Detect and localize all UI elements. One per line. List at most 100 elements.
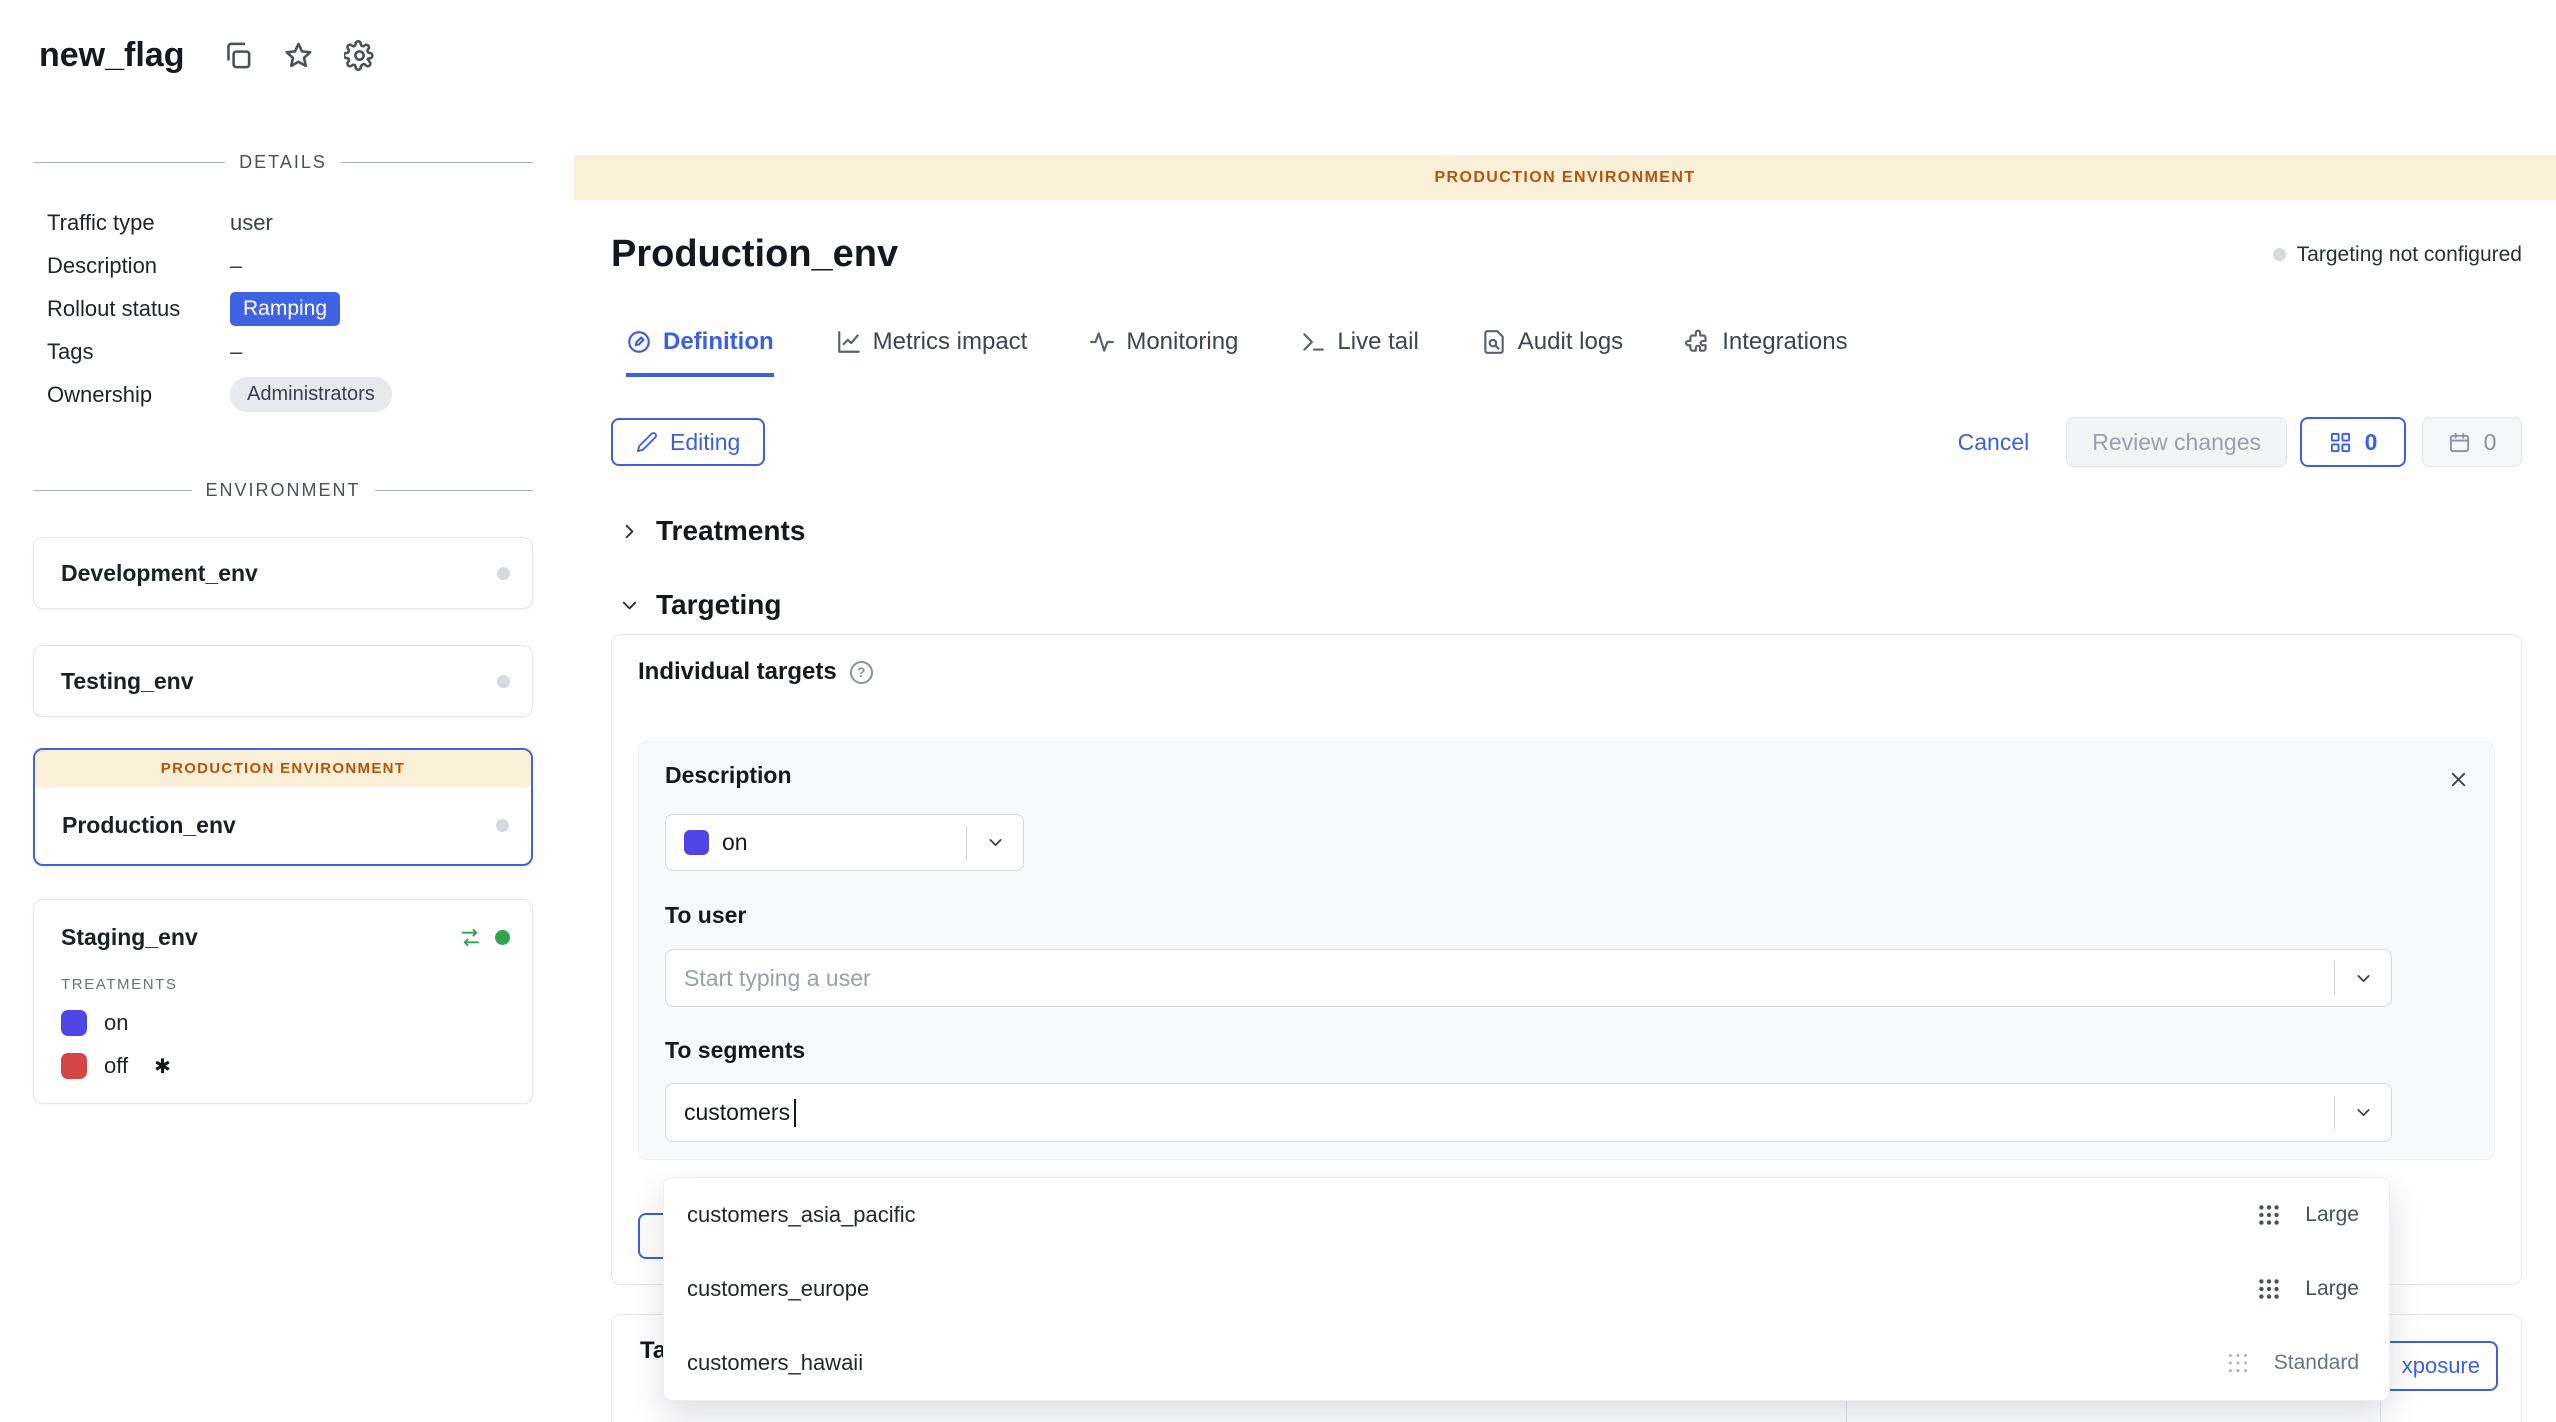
treatment-row-on: on <box>61 1010 510 1036</box>
divider <box>375 490 534 491</box>
chevron-down-icon[interactable] <box>967 832 1023 853</box>
treatments-section-header[interactable]: Treatments <box>618 515 2556 547</box>
segment-option-asia-pacific[interactable]: customers_asia_pacific Large <box>664 1178 2389 1252</box>
env-status-dot <box>496 819 509 832</box>
treatment-color-swatch <box>684 830 709 855</box>
env-card-staging[interactable]: Staging_env TREATMENTS on off ✱ <box>33 899 533 1104</box>
calendar-count-button[interactable]: 0 <box>2422 417 2522 467</box>
treatment-name: on <box>104 1010 128 1036</box>
env-card-testing[interactable]: Testing_env <box>33 645 533 717</box>
calendar-count: 0 <box>2484 429 2497 456</box>
targeting-section-label: Targeting <box>656 589 781 621</box>
env-name: Production_env <box>62 812 236 839</box>
editing-button[interactable]: Editing <box>611 418 765 466</box>
env-name: Staging_env <box>61 924 198 951</box>
tab-audit-logs[interactable]: Audit logs <box>1481 328 1623 377</box>
treatments-heading: TREATMENTS <box>61 976 510 993</box>
segment-size-label: Large <box>2305 1277 2359 1301</box>
treatment-color-swatch <box>61 1053 87 1079</box>
detail-row-ownership: Ownership Administrators <box>33 373 533 416</box>
edit-toolbar: Editing Cancel Review changes 0 0 <box>611 417 2522 467</box>
tab-definition[interactable]: Definition <box>626 328 774 377</box>
segment-option-europe[interactable]: customers_europe Large <box>664 1252 2389 1326</box>
segment-dropdown: customers_asia_pacific Large customers_e… <box>663 1177 2390 1401</box>
to-segments-label: To segments <box>665 1037 805 1064</box>
env-name: Testing_env <box>61 668 194 695</box>
audit-log-icon <box>1481 329 1507 355</box>
segment-name: customers_hawaii <box>687 1350 863 1376</box>
detail-value: – <box>230 253 242 279</box>
segment-option-hawaii[interactable]: customers_hawaii Standard <box>664 1326 2389 1400</box>
detail-row-traffic-type: Traffic type user <box>33 201 533 244</box>
details-heading: DETAILS <box>33 152 533 173</box>
env-status-dot <box>497 675 510 688</box>
detail-row-rollout-status: Rollout status Ramping <box>33 287 533 330</box>
treatment-color-swatch <box>61 1010 87 1036</box>
detail-label: Rollout status <box>47 296 230 322</box>
tab-label: Metrics impact <box>873 328 1028 356</box>
grid-count-button[interactable]: 0 <box>2300 417 2406 467</box>
editing-label: Editing <box>670 429 740 456</box>
tab-label: Definition <box>663 328 774 356</box>
segment-size-standard-icon <box>2225 1350 2251 1376</box>
targeting-section-header[interactable]: Targeting <box>618 589 2556 621</box>
chevron-down-icon[interactable] <box>2335 1102 2391 1123</box>
tab-integrations[interactable]: Integrations <box>1685 328 1847 377</box>
treatment-select-value: on <box>722 829 748 856</box>
tab-metrics-impact[interactable]: Metrics impact <box>836 328 1028 377</box>
production-env-banner: PRODUCTION ENVIRONMENT <box>35 750 531 787</box>
detail-row-description: Description – <box>33 244 533 287</box>
segments-input-value: customers <box>684 1099 790 1126</box>
flag-title: new_flag <box>39 36 184 75</box>
env-card-production[interactable]: PRODUCTION ENVIRONMENT Production_env <box>33 748 533 866</box>
environment-title: Production_env <box>611 233 898 276</box>
tab-label: Integrations <box>1722 328 1847 356</box>
copy-icon[interactable] <box>222 40 253 71</box>
terminal-icon <box>1300 329 1326 355</box>
tab-label: Audit logs <box>1518 328 1623 356</box>
production-environment-banner: PRODUCTION ENVIRONMENT <box>574 155 2556 200</box>
activity-icon <box>1089 329 1115 355</box>
divider <box>33 162 225 163</box>
env-card-development[interactable]: Development_env <box>33 537 533 609</box>
segments-input[interactable]: customers <box>665 1083 2392 1142</box>
ownership-pill[interactable]: Administrators <box>230 377 392 412</box>
close-icon[interactable] <box>2447 768 2470 791</box>
details-list: Traffic type user Description – Rollout … <box>33 201 533 416</box>
environment-heading-label: ENVIRONMENT <box>206 480 361 501</box>
chevron-down-icon[interactable] <box>2335 968 2391 989</box>
treatment-name: off <box>104 1053 128 1079</box>
detail-label: Ownership <box>47 382 230 408</box>
segment-size-label: Standard <box>2274 1351 2359 1375</box>
user-input-placeholder: Start typing a user <box>684 965 871 992</box>
description-label: Description <box>665 762 792 789</box>
segment-size-label: Large <box>2305 1203 2359 1227</box>
environment-heading: ENVIRONMENT <box>33 480 533 501</box>
env-active-dot <box>495 930 510 945</box>
status-text: Targeting not configured <box>2297 243 2522 267</box>
treatment-row-off: off ✱ <box>61 1053 510 1079</box>
calendar-icon <box>2448 431 2471 454</box>
grid-count: 0 <box>2365 429 2378 456</box>
help-icon[interactable]: ? <box>850 661 873 684</box>
transfer-arrows-icon <box>459 926 482 949</box>
individual-target-panel: Description on To user Start typing a us… <box>638 741 2495 1160</box>
detail-value: user <box>230 210 273 236</box>
segment-size-large-icon <box>2256 1276 2282 1302</box>
status-dot <box>2273 248 2286 261</box>
star-icon[interactable] <box>283 40 314 71</box>
review-changes-button[interactable]: Review changes <box>2066 417 2287 467</box>
user-input[interactable]: Start typing a user <box>665 949 2392 1007</box>
tab-live-tail[interactable]: Live tail <box>1300 328 1418 377</box>
cancel-link[interactable]: Cancel <box>1958 429 2030 456</box>
grid-icon <box>2329 431 2352 454</box>
exposure-button-label: xposure <box>2402 1353 2480 1379</box>
detail-label: Description <box>47 253 230 279</box>
tab-monitoring[interactable]: Monitoring <box>1089 328 1238 377</box>
treatment-select[interactable]: on <box>665 814 1024 871</box>
text-caret <box>794 1099 796 1127</box>
gear-icon[interactable] <box>344 40 375 71</box>
to-user-label: To user <box>665 902 746 929</box>
segment-size-large-icon <box>2256 1202 2282 1228</box>
chart-icon <box>836 329 862 355</box>
